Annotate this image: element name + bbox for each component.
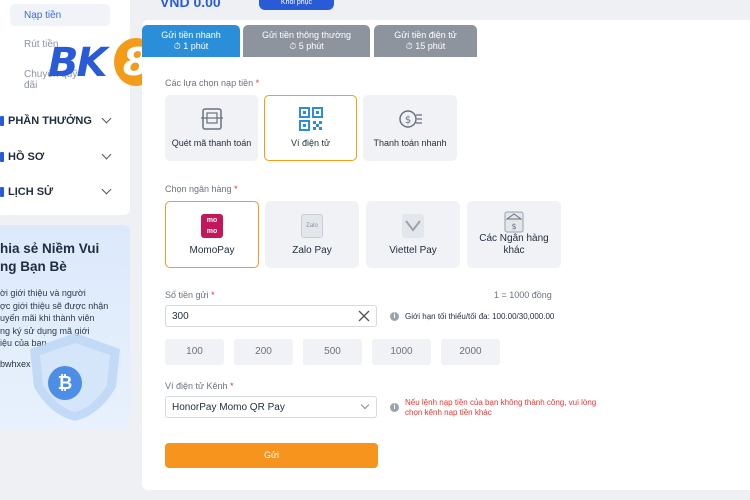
channel-select[interactable]: HonorPay Momo QR Pay xyxy=(165,396,377,418)
amount-input[interactable]: 300 xyxy=(165,305,377,327)
exchange-rate: 1 = 1000 đồng xyxy=(494,290,552,300)
referral-promo-card[interactable]: hia sẻ Niềm Vui ng Bạn Bè ời giới thiệu … xyxy=(0,225,130,430)
option-e-wallet[interactable]: Ví điện tử xyxy=(264,95,357,161)
nav-history[interactable]: LỊCH SỬ xyxy=(0,182,120,202)
sidebar-item-deposit[interactable]: Nạp tiền xyxy=(10,4,110,26)
bank-momopay[interactable]: mo mo MomoPay xyxy=(165,201,259,268)
sidebar-item-promo-fragment[interactable]: đãi xyxy=(24,80,37,91)
bank-label: Viettel Pay xyxy=(389,245,437,256)
profile-icon xyxy=(0,152,4,162)
bitcoin-shield-icon: ₿ xyxy=(30,333,120,421)
nav-history-label: LỊCH SỬ xyxy=(8,186,54,198)
bank-label: MomoPay xyxy=(189,245,235,256)
svg-text:$: $ xyxy=(405,115,411,126)
info-icon: i xyxy=(390,403,399,412)
restore-button[interactable]: Khôi phục xyxy=(259,0,334,10)
option-label: Quét mã thanh toán xyxy=(171,138,252,148)
nav-rewards[interactable]: PHẦN THƯỞNG xyxy=(0,111,120,131)
tab-crypto-deposit[interactable]: Gửi tiền điện tử ⏱ 15 phút xyxy=(374,25,477,57)
chevron-down-icon xyxy=(360,400,370,410)
balance: VND 0.00 xyxy=(160,0,221,10)
chevron-down-icon xyxy=(101,149,112,160)
svg-text:₿: ₿ xyxy=(58,373,73,394)
channel-warning: Nếu lệnh nạp tiền của bạn không thành cô… xyxy=(405,398,597,417)
qr-code-icon xyxy=(298,107,323,131)
viettelpay-icon xyxy=(402,214,424,238)
option-label: Ví điện tử xyxy=(290,138,331,148)
info-icon: i xyxy=(390,312,399,321)
zalopay-icon: Zalo xyxy=(301,214,323,238)
option-qr-scan[interactable]: Quét mã thanh toán xyxy=(165,95,258,161)
deposit-options-label: Các lựa chọn nạp tiền * xyxy=(165,78,260,88)
nav-profile-label: HỒ SƠ xyxy=(8,151,45,163)
tab-time: ⏱ 1 phút xyxy=(173,41,209,51)
amount-label: Số tiền gửi * xyxy=(165,290,215,300)
nav-rewards-label: PHẦN THƯỞNG xyxy=(8,115,92,127)
bank-viettelpay[interactable]: Viettel Pay xyxy=(366,201,460,268)
momo-icon: mo mo xyxy=(201,214,223,238)
amount-value: 300 xyxy=(172,311,189,322)
bank-select-label: Chọn ngân hàng * xyxy=(165,184,238,194)
tab-fast-deposit[interactable]: Gửi tiền nhanh ⏱ 1 phút xyxy=(142,25,240,57)
quick-amount-200[interactable]: 200 xyxy=(234,339,293,365)
logo-text: BK xyxy=(48,40,108,86)
bank-label: Các Ngân hàng khác xyxy=(479,233,549,256)
fast-payment-icon: $ xyxy=(399,110,422,128)
submit-button[interactable]: Gửi xyxy=(165,443,378,468)
channel-value: HonorPay Momo QR Pay xyxy=(172,402,285,413)
quick-amount-100[interactable]: 100 xyxy=(165,339,224,365)
tab-time: ⏱ 5 phút xyxy=(289,41,324,51)
tab-time: ⏱ 15 phút xyxy=(405,41,446,51)
channel-label: Ví điện tử Kênh * xyxy=(165,381,234,391)
bank-icon: $ xyxy=(504,211,524,233)
chevron-down-icon xyxy=(101,113,112,124)
nav-profile[interactable]: HỒ SƠ xyxy=(0,147,120,167)
option-fast-payment[interactable]: $ Thanh toán nhanh xyxy=(363,95,457,161)
sidebar: Nạp tiền Rút tiền Chuyển quỹ đãi PHẦN TH… xyxy=(0,0,130,215)
chevron-down-icon xyxy=(101,184,112,195)
deposit-panel: Gửi tiền nhanh ⏱ 1 phút Gửi tiền thông t… xyxy=(142,20,750,490)
gift-icon xyxy=(0,116,4,126)
tab-normal-deposit[interactable]: Gửi tiền thông thường ⏱ 5 phút xyxy=(243,25,370,57)
bank-other[interactable]: $ Các Ngân hàng khác xyxy=(467,201,561,268)
referral-code[interactable]: bwhxex xyxy=(0,359,31,369)
history-icon xyxy=(0,187,4,197)
promo-title: hia sẻ Niềm Vui ng Bạn Bè xyxy=(0,241,100,274)
svg-text:$: $ xyxy=(511,222,516,231)
qr-scan-icon xyxy=(200,108,223,130)
quick-amount-500[interactable]: 500 xyxy=(303,339,362,365)
bank-zalopay[interactable]: Zalo Zalo Pay xyxy=(265,201,359,268)
quick-amount-2000[interactable]: 2000 xyxy=(441,339,500,365)
amount-limit-hint: Giới hạn tối thiểu/tối đa: 100.00/30,000… xyxy=(405,312,555,321)
close-icon[interactable] xyxy=(358,310,370,322)
option-label: Thanh toán nhanh xyxy=(373,138,447,148)
bank-label: Zalo Pay xyxy=(292,245,332,256)
quick-amount-1000[interactable]: 1000 xyxy=(372,339,431,365)
